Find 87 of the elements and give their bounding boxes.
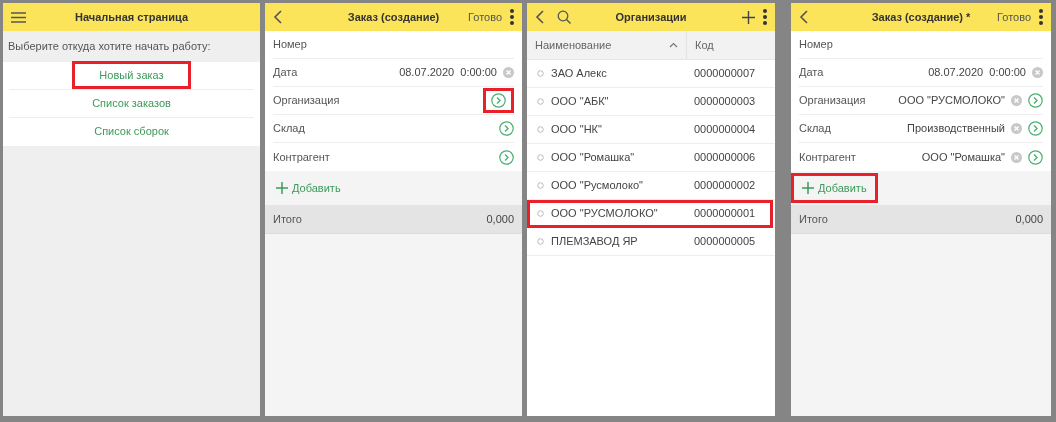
select-icon[interactable] (1028, 121, 1043, 136)
total-label: Итого (799, 211, 828, 227)
org-name: ООО "РУСМОЛОКО" (551, 206, 659, 222)
field-label: Номер (273, 37, 307, 53)
form-row[interactable]: Организация (273, 87, 514, 115)
back-icon[interactable] (799, 10, 809, 24)
org-name: ООО "Русмолоко" (551, 178, 644, 194)
field-value: Производственный (907, 121, 1005, 137)
form-row[interactable]: Склад (273, 115, 514, 143)
org-code: 0000000006 (694, 150, 756, 166)
form-row[interactable]: Дата 08.07.2020 0:00:00 (799, 59, 1043, 87)
field-value: 08.07.2020 0:00:00 (399, 65, 497, 81)
field-label: Организация (273, 93, 340, 109)
radio-icon (537, 126, 544, 133)
total-label: Итого (273, 211, 302, 227)
list-row[interactable]: ООО "АБК" 0000000003 (530, 90, 770, 113)
form-row[interactable]: Склад Производственный (799, 115, 1043, 143)
screen-title: Заказ (создание) (346, 9, 441, 25)
field-label: Организация (799, 93, 866, 109)
plus-icon (276, 182, 288, 194)
form-row[interactable]: Контрагент ООО "Ромашка" (799, 143, 1043, 171)
menu-link[interactable]: Список сборок (70, 120, 193, 143)
radio-icon (537, 70, 544, 77)
field-label: Номер (799, 37, 833, 53)
more-icon[interactable] (510, 9, 514, 25)
field-label: Склад (799, 121, 831, 137)
form-row[interactable]: Организация ООО "РУСМОЛОКО" (799, 87, 1043, 115)
radio-icon (537, 98, 544, 105)
org-name: ООО "Ромашка" (551, 150, 636, 166)
org-name: ЗАО Алекс (551, 66, 608, 82)
more-icon[interactable] (763, 9, 767, 25)
done-button[interactable]: Готово (997, 8, 1031, 26)
column-header[interactable]: Наименование (527, 31, 687, 59)
plus-icon[interactable] (742, 10, 755, 24)
field-label: Контрагент (273, 149, 330, 165)
menu-link[interactable]: Список заказов (68, 91, 195, 115)
select-icon[interactable] (499, 121, 514, 136)
more-icon[interactable] (1039, 9, 1043, 25)
select-icon[interactable] (1028, 149, 1043, 165)
total-value: 0,000 (486, 211, 514, 227)
menu-link[interactable]: Новый заказ (75, 63, 188, 87)
radio-icon (537, 182, 544, 189)
form-row[interactable]: Контрагент (273, 143, 514, 171)
radio-icon (537, 210, 544, 217)
org-code: 0000000002 (694, 178, 756, 194)
org-code: 0000000004 (694, 122, 756, 138)
org-code: 0000000001 (694, 206, 756, 222)
list-row[interactable]: ЗАО Алекс 0000000007 (530, 62, 770, 85)
field-label: Дата (273, 65, 298, 81)
org-name: ООО "НК" (551, 122, 603, 138)
plus-icon (802, 182, 814, 194)
field-label: Дата (799, 65, 824, 81)
field-value: 08.07.2020 0:00:00 (928, 65, 1026, 81)
list-row[interactable]: ООО "НК" 0000000004 (530, 118, 770, 141)
list-row[interactable]: ООО "Ромашка" 0000000006 (530, 146, 770, 169)
screen-title: Заказ (создание) * (870, 9, 972, 25)
radio-icon (537, 238, 544, 245)
screen-title: Организации (614, 9, 688, 25)
field-value: ООО "Ромашка" (921, 149, 1005, 165)
org-code: 0000000005 (694, 234, 756, 250)
back-icon[interactable] (535, 10, 545, 24)
list-row[interactable]: ООО "РУСМОЛОКО" 0000000001 (530, 202, 770, 225)
field-value: ООО "РУСМОЛОКО" (898, 93, 1005, 109)
prompt-text: Выберите откуда хотите начать работу: (7, 39, 212, 54)
org-name: ООО "АБК" (551, 94, 610, 110)
radio-icon (537, 154, 544, 161)
org-code: 0000000003 (694, 94, 756, 110)
screen-title: Начальная страница (74, 9, 188, 25)
total-value: 0,000 (1015, 211, 1043, 227)
field-label: Контрагент (799, 149, 856, 165)
form-row[interactable]: Дата 08.07.2020 0:00:00 (273, 59, 514, 87)
sort-icon (669, 42, 678, 48)
list-row[interactable]: ПЛЕМЗАВОД ЯР 0000000005 (530, 230, 770, 253)
form-row[interactable]: Номер (799, 31, 1043, 59)
select-icon[interactable] (1028, 93, 1043, 108)
select-icon[interactable] (499, 149, 514, 165)
back-icon[interactable] (273, 10, 283, 24)
select-icon[interactable] (483, 88, 514, 113)
form-row[interactable]: Номер (273, 31, 514, 59)
field-label: Склад (273, 121, 305, 137)
org-name: ПЛЕМЗАВОД ЯР (551, 234, 639, 250)
column-header[interactable]: Код (687, 31, 775, 59)
menu-icon[interactable] (11, 11, 26, 23)
done-button[interactable]: Готово (468, 8, 502, 26)
list-row[interactable]: ООО "Русмолоко" 0000000002 (530, 174, 770, 197)
search-icon[interactable] (557, 10, 571, 24)
org-code: 0000000007 (694, 66, 756, 82)
